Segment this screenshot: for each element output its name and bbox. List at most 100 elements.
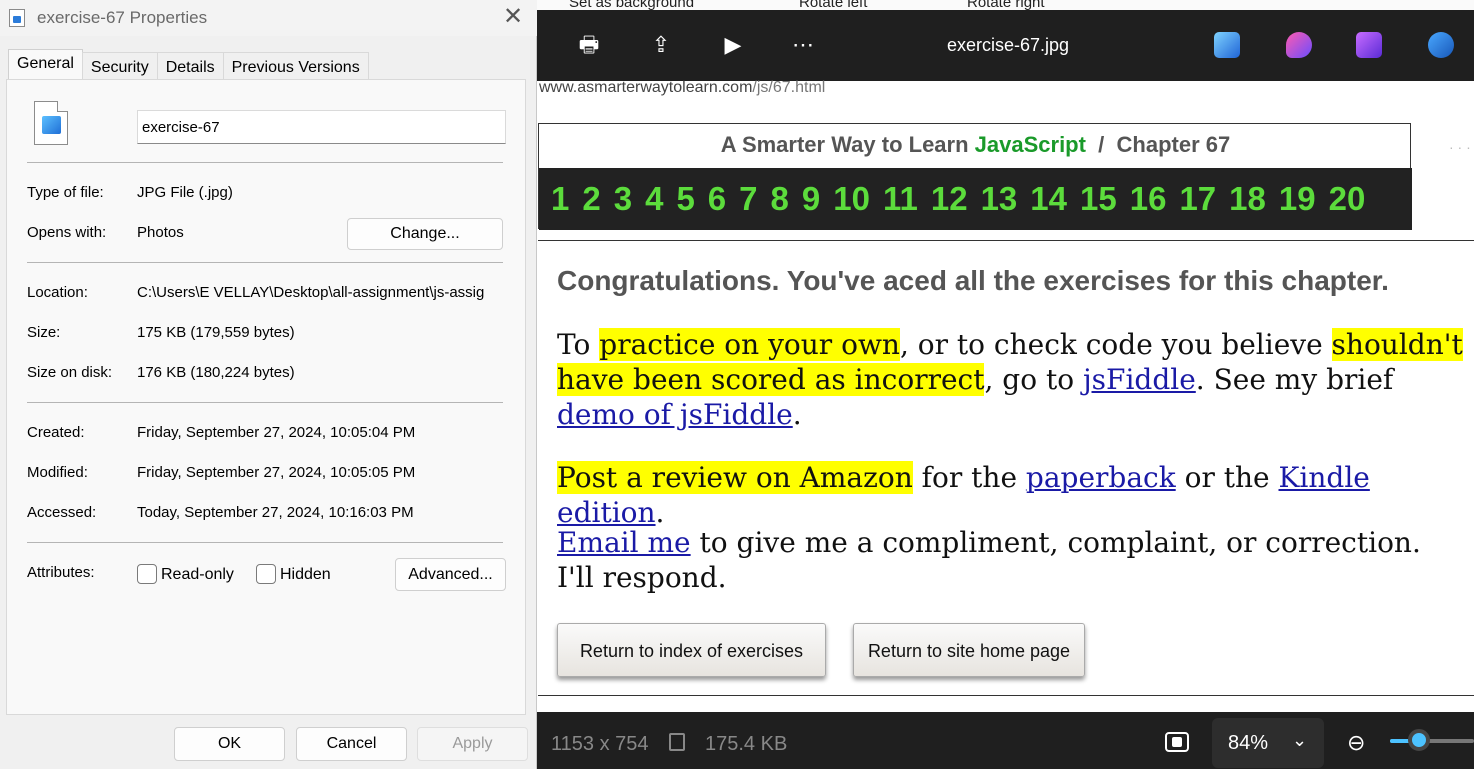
return-home-button[interactable]: Return to site home page bbox=[853, 623, 1085, 677]
zoom-value: 84% bbox=[1228, 732, 1269, 754]
modified-value: Friday, September 27, 2024, 10:05:05 PM bbox=[137, 464, 416, 481]
divider bbox=[27, 402, 503, 403]
dialog-title: exercise-67 Properties bbox=[37, 8, 208, 27]
chapter-number-link[interactable]: 15 bbox=[1080, 180, 1117, 218]
apply-button[interactable]: Apply bbox=[417, 727, 528, 761]
chapter-number-link[interactable]: 10 bbox=[833, 180, 870, 218]
divider bbox=[27, 162, 503, 163]
modified-label: Modified: bbox=[27, 464, 88, 481]
advanced-button[interactable]: Advanced... bbox=[395, 558, 506, 591]
chapter-number-link[interactable]: 17 bbox=[1179, 180, 1216, 218]
dialog-titlebar: exercise-67 Properties ✕ bbox=[0, 0, 537, 36]
location-value: C:\Users\E VELLAY\Desktop\all-assignment… bbox=[137, 284, 485, 301]
practice-paragraph: To practice on your own, or to check cod… bbox=[557, 328, 1463, 431]
zoom-slider[interactable] bbox=[1390, 729, 1474, 751]
ok-button[interactable]: OK bbox=[174, 727, 285, 761]
divider bbox=[538, 240, 1474, 241]
chapter-number-link[interactable]: 9 bbox=[802, 180, 820, 218]
more-options-icon[interactable]: ⋯ bbox=[789, 32, 817, 58]
onedrive-icon[interactable] bbox=[1428, 32, 1454, 58]
type-label: Type of file: bbox=[27, 184, 104, 201]
hidden-label: Hidden bbox=[280, 566, 331, 583]
viewer-toolbar: 🖶 ⇪ ▶ ⋯ exercise-67.jpg bbox=[537, 10, 1474, 81]
jpg-file-icon bbox=[34, 101, 68, 145]
screen: exercise-67 Properties ✕ General Securit… bbox=[0, 0, 1474, 769]
accessed-value: Today, September 27, 2024, 10:16:03 PM bbox=[137, 504, 414, 521]
size-on-disk-label: Size on disk: bbox=[27, 364, 113, 381]
chapter-header: A Smarter Way to Learn JavaScript / Chap… bbox=[538, 123, 1412, 230]
review-paragraph: Post a review on Amazon for the paperbac… bbox=[557, 461, 1370, 529]
close-icon[interactable]: ✕ bbox=[500, 4, 526, 30]
image-url: www.asmarterwaytolearn.com/js/67.html bbox=[539, 79, 826, 96]
slideshow-icon[interactable]: ▶ bbox=[719, 32, 747, 58]
chevron-down-icon: ⌄ bbox=[1292, 730, 1308, 750]
paint-icon[interactable] bbox=[1286, 32, 1312, 58]
chapter-number-link[interactable]: 1 bbox=[551, 180, 569, 218]
chapter-number-link[interactable]: 13 bbox=[981, 180, 1018, 218]
properties-dialog: exercise-67 Properties ✕ General Securit… bbox=[0, 0, 537, 769]
readonly-label: Read-only bbox=[161, 566, 234, 583]
print-icon[interactable]: 🖶 bbox=[575, 32, 603, 58]
demo-link[interactable]: demo of jsFiddle bbox=[557, 398, 793, 431]
paperback-link[interactable]: paperback bbox=[1026, 461, 1176, 494]
save-icon bbox=[669, 733, 685, 751]
chapter-number-bar: 1 2 3 4 5 6 7 8 9 10 11 12 13 14 15 16 17 18 19 20 bbox=[539, 168, 1412, 230]
chapter-number-link[interactable]: 5 bbox=[676, 180, 694, 218]
zoom-dropdown[interactable]: 84% ⌄ bbox=[1212, 718, 1324, 768]
tab-details[interactable]: Details bbox=[156, 52, 224, 80]
zoom-out-icon[interactable]: ⊖ bbox=[1347, 730, 1373, 756]
chapter-number-link[interactable]: 12 bbox=[931, 180, 968, 218]
photos-edit-icon[interactable] bbox=[1214, 32, 1240, 58]
size-value: 175 KB (179,559 bytes) bbox=[137, 324, 295, 341]
chapter-number-link[interactable]: 3 bbox=[614, 180, 632, 218]
ellipsis-marker: · · · bbox=[1449, 139, 1471, 155]
cancel-button[interactable]: Cancel bbox=[296, 727, 407, 761]
viewer-filename: exercise-67.jpg bbox=[947, 35, 1070, 55]
attributes-label: Attributes: bbox=[27, 564, 95, 581]
divider bbox=[27, 262, 503, 263]
opens-with-label: Opens with: bbox=[27, 224, 107, 241]
chapter-number-link[interactable]: 11 bbox=[883, 180, 918, 218]
chapter-number-link[interactable]: 7 bbox=[739, 180, 757, 218]
congrats-heading: Congratulations. You've aced all the exe… bbox=[557, 265, 1389, 296]
image-dimensions: 1153 x 754 bbox=[551, 733, 649, 755]
filename-input[interactable] bbox=[137, 110, 506, 144]
created-label: Created: bbox=[27, 424, 85, 441]
chapter-number-link[interactable]: 8 bbox=[771, 180, 789, 218]
change-button[interactable]: Change... bbox=[347, 218, 503, 250]
tab-general[interactable]: General bbox=[8, 49, 83, 79]
share-icon[interactable]: ⇪ bbox=[647, 32, 675, 58]
divider bbox=[27, 542, 503, 543]
general-panel bbox=[6, 79, 526, 715]
tab-strip: General Security Details Previous Versio… bbox=[8, 49, 369, 80]
chapter-number-link[interactable]: 14 bbox=[1030, 180, 1067, 218]
chapter-number-link[interactable]: 18 bbox=[1229, 180, 1266, 218]
chapter-number-link[interactable]: 6 bbox=[708, 180, 726, 218]
email-link[interactable]: Email me bbox=[557, 526, 691, 559]
created-value: Friday, September 27, 2024, 10:05:04 PM bbox=[137, 424, 416, 441]
image-filesize: 175.4 KB bbox=[705, 733, 788, 755]
chapter-number-link[interactable]: 4 bbox=[645, 180, 663, 218]
tab-previous-versions[interactable]: Previous Versions bbox=[222, 52, 369, 80]
chapter-number-link[interactable]: 2 bbox=[582, 180, 600, 218]
zoom-slider-knob[interactable] bbox=[1408, 729, 1431, 751]
displayed-image: www.asmarterwaytolearn.com/js/67.html · … bbox=[537, 79, 1474, 712]
tab-security[interactable]: Security bbox=[81, 52, 158, 80]
fit-to-window-icon[interactable] bbox=[1165, 732, 1189, 752]
chapter-number-link[interactable]: 19 bbox=[1279, 180, 1316, 218]
readonly-checkbox[interactable] bbox=[137, 564, 157, 584]
image-file-icon bbox=[9, 9, 25, 27]
chapter-number-link[interactable]: 20 bbox=[1329, 180, 1366, 218]
jsfiddle-link[interactable]: jsFiddle bbox=[1083, 363, 1196, 396]
accessed-label: Accessed: bbox=[27, 504, 97, 521]
divider bbox=[538, 695, 1474, 696]
chapter-number-link[interactable]: 16 bbox=[1130, 180, 1167, 218]
size-label: Size: bbox=[27, 324, 61, 341]
clipchamp-icon[interactable] bbox=[1356, 32, 1382, 58]
return-index-button[interactable]: Return to index of exercises bbox=[557, 623, 826, 677]
hidden-checkbox[interactable] bbox=[256, 564, 276, 584]
type-value: JPG File (.jpg) bbox=[137, 184, 233, 201]
viewer-status-bar: 1153 x 754 175.4 KB 84% ⌄ ⊖ bbox=[537, 712, 1474, 769]
location-label: Location: bbox=[27, 284, 88, 301]
size-on-disk-value: 176 KB (180,224 bytes) bbox=[137, 364, 295, 381]
